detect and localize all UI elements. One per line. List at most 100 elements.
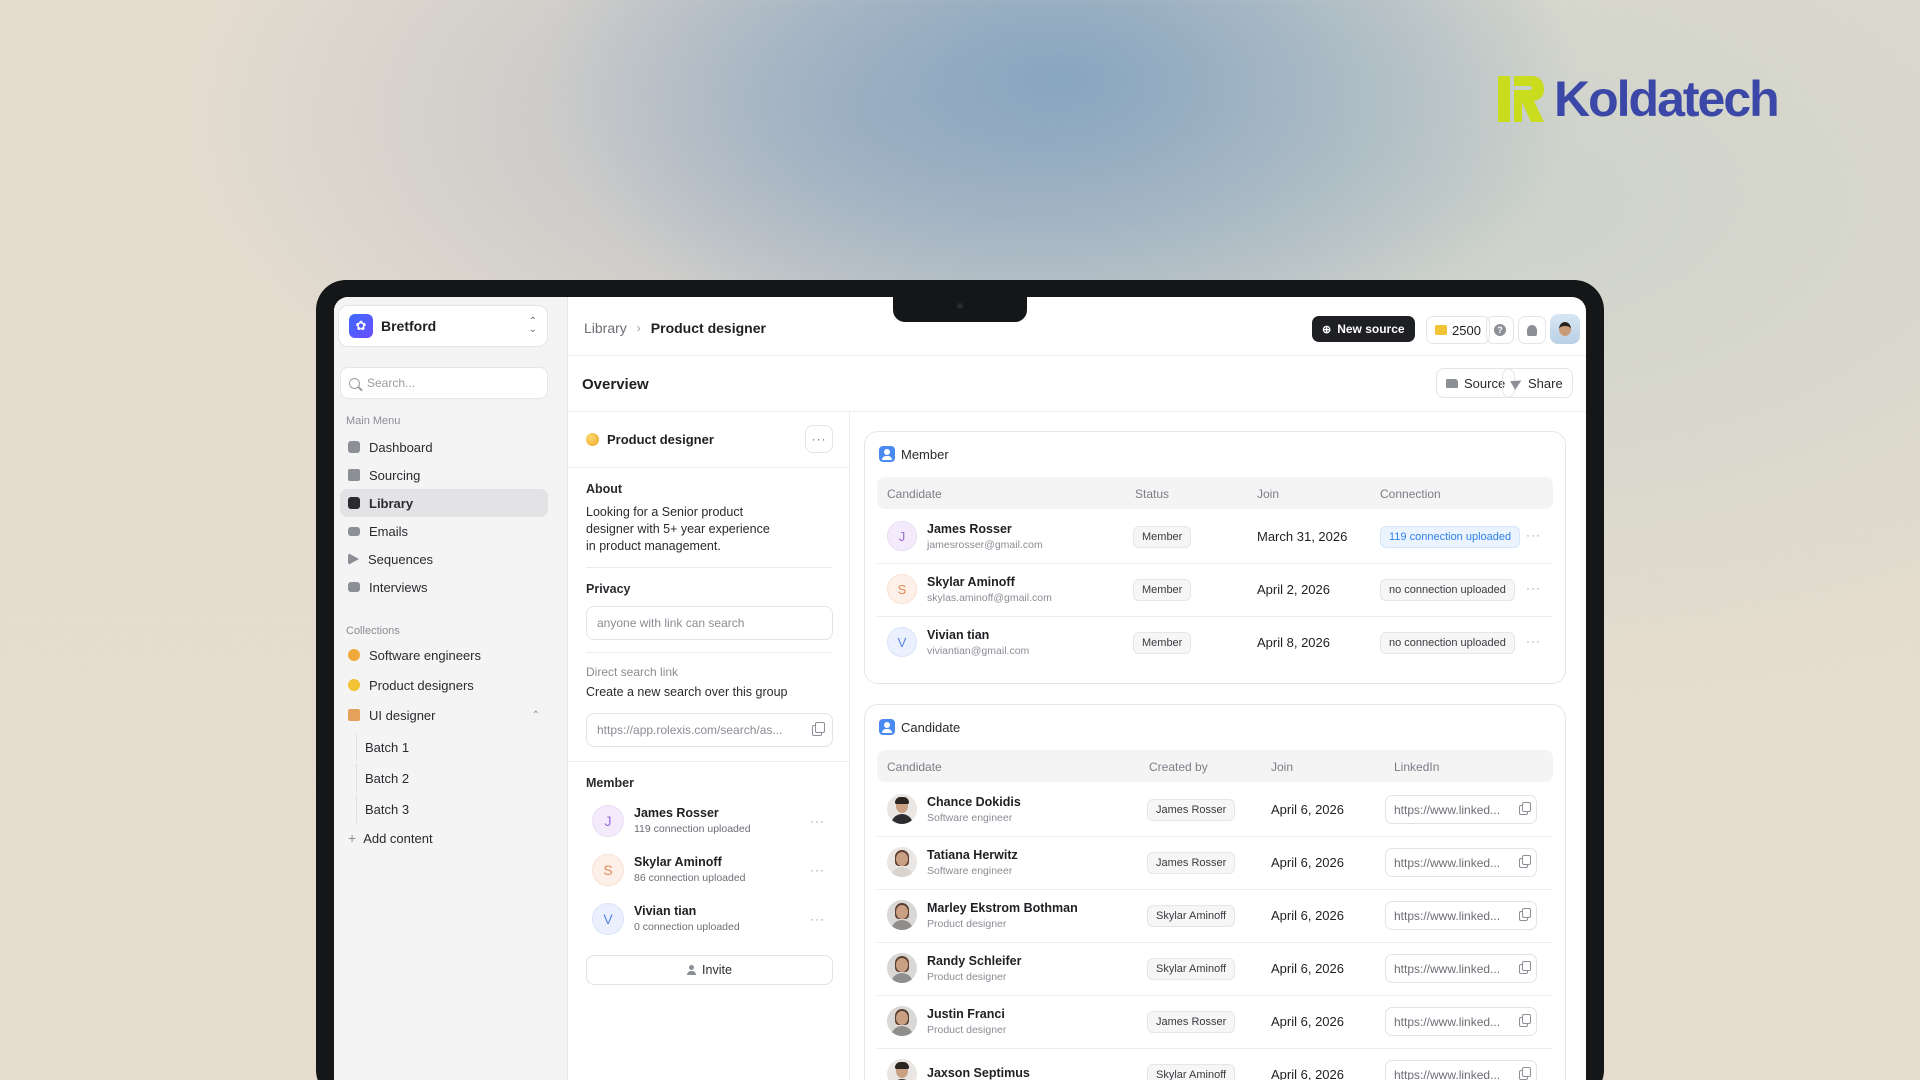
collection-software-engineers[interactable]: Software engineers (340, 641, 548, 669)
created-by-badge: James Rosser (1147, 852, 1236, 874)
candidate-cell: S Skylar Aminoff skylas.aminoff@gmail.com (887, 574, 1052, 604)
row-more-icon[interactable]: ··· (810, 814, 825, 828)
privacy-value: anyone with link can search (597, 616, 745, 630)
share-button[interactable]: Share (1502, 368, 1573, 398)
created-by-badge: Skylar Aminoff (1147, 958, 1236, 980)
sub-item-batch-3[interactable]: Batch 3 (356, 795, 548, 823)
direct-link-label: Direct search link (586, 665, 679, 679)
row-more-icon[interactable]: ··· (1526, 581, 1541, 595)
candidate-name: Jaxson Septimus (927, 1065, 1030, 1080)
copy-icon[interactable] (1519, 961, 1531, 974)
linkedin-field[interactable]: https://www.linked... (1385, 954, 1537, 983)
sidebar-item-sourcing[interactable]: Sourcing (340, 461, 548, 489)
chevron-up-icon[interactable]: ⌃ (532, 710, 540, 721)
table-row[interactable]: Chance Dokidis Software engineer James Ro… (877, 784, 1553, 837)
sidebar-item-interviews[interactable]: Interviews (340, 573, 548, 601)
table-row[interactable]: S Skylar Aminoff skylas.aminoff@gmail.com… (877, 564, 1553, 617)
privacy-select[interactable]: anyone with link can search (586, 606, 833, 640)
user-avatar[interactable] (1550, 314, 1580, 344)
help-button[interactable]: ? (1486, 316, 1514, 344)
candidate-name: Marley Ekstrom Bothman (927, 900, 1078, 915)
status-badge: Member (1133, 526, 1192, 548)
linkedin-field[interactable]: https://www.linked... (1385, 901, 1537, 930)
breadcrumb-library[interactable]: Library (584, 320, 627, 336)
avatar: V (887, 627, 917, 657)
sidebar-item-sequences[interactable]: Sequences (340, 545, 548, 573)
linkedin-field[interactable]: https://www.linked... (1385, 1060, 1537, 1080)
linkedin-field[interactable]: https://www.linked... (1385, 848, 1537, 877)
candidate-photo (887, 1006, 917, 1036)
row-more-icon[interactable]: ··· (810, 912, 825, 926)
copy-icon[interactable] (1519, 1067, 1531, 1080)
status-badge: Member (1133, 579, 1192, 601)
table-row[interactable]: Justin Franci Product designer James Ross… (877, 996, 1553, 1049)
candidate-cell: Tatiana Herwitz Software engineer (887, 847, 1018, 877)
workspace-logo-icon: ✿ (349, 314, 373, 338)
copy-icon[interactable] (1519, 855, 1531, 868)
credits-badge[interactable]: 2500 (1426, 316, 1490, 344)
candidate-name: Randy Schleifer (927, 953, 1022, 968)
collection-ui-designer[interactable]: UI designer ⌃ (340, 701, 548, 729)
direct-link-desc: Create a new search over this group (586, 685, 788, 699)
candidate-email: skylas.aminoff@gmail.com (927, 591, 1052, 604)
member-row[interactable]: J James Rosser 119 connection uploaded ·… (586, 796, 833, 845)
sub-item-label: Batch 2 (365, 770, 410, 786)
candidate-name: Chance Dokidis (927, 794, 1021, 809)
member-row[interactable]: S Skylar Aminoff 86 connection uploaded … (586, 845, 833, 894)
add-content-button[interactable]: + Add content (340, 824, 548, 852)
row-more-icon[interactable]: ··· (1526, 634, 1541, 648)
row-more-icon[interactable]: ··· (1526, 528, 1541, 542)
row-more-icon[interactable]: ··· (810, 863, 825, 877)
candidate-photo (887, 1059, 917, 1080)
search-box[interactable] (340, 367, 548, 399)
table-row[interactable]: Tatiana Herwitz Software engineer James R… (877, 837, 1553, 890)
candidate-role: Product designer (927, 970, 1007, 983)
sidebar-item-emails[interactable]: Emails (340, 517, 548, 545)
search-input[interactable] (367, 376, 537, 390)
table-row[interactable]: Jaxson Septimus Skylar Aminoff April 6, … (877, 1049, 1553, 1080)
copy-icon[interactable] (1519, 802, 1531, 815)
page-title: Overview (582, 376, 649, 393)
sub-item-label: Batch 3 (365, 801, 410, 817)
invite-button[interactable]: Invite (586, 955, 833, 985)
workspace-switcher[interactable]: ✿ Bretford ⌃ ⌄ (338, 305, 548, 347)
candidate-role: Product designer (927, 917, 1007, 930)
logo-wordmark: Koldatech (1554, 71, 1780, 127)
candidate-photo (887, 847, 917, 877)
join-date: April 8, 2026 (1257, 635, 1330, 650)
sidebar-item-library[interactable]: Library (340, 489, 548, 517)
copy-icon[interactable] (1519, 1014, 1531, 1027)
sub-item-batch-2[interactable]: Batch 2 (356, 764, 548, 792)
more-options-button[interactable]: ··· (805, 425, 833, 453)
new-source-button[interactable]: ⊕ New source (1312, 316, 1415, 342)
copy-icon[interactable] (1519, 908, 1531, 921)
candidate-role: Software engineer (927, 811, 1013, 824)
table-row[interactable]: V Vivian tian viviantian@gmail.com Member… (877, 617, 1553, 670)
copy-icon[interactable] (812, 722, 825, 736)
table-row[interactable]: Marley Ekstrom Bothman Product designer S… (877, 890, 1553, 943)
bell-icon (1527, 324, 1537, 336)
breadcrumb: Library › Product designer (584, 320, 766, 336)
avatar: S (887, 574, 917, 604)
table-row[interactable]: J James Rosser jamesrosser@gmail.com Memb… (877, 511, 1553, 564)
table-row[interactable]: Randy Schleifer Product designer Skylar A… (877, 943, 1553, 996)
camera-notch (893, 297, 1027, 322)
linkedin-field[interactable]: https://www.linked... (1385, 1007, 1537, 1036)
direct-link-field[interactable]: https://app.rolexis.com/search/as... (586, 713, 833, 747)
candidate-photo (887, 794, 917, 824)
sidebar-item-dashboard[interactable]: Dashboard (340, 433, 548, 461)
sub-item-batch-1[interactable]: Batch 1 (356, 733, 548, 761)
notifications-button[interactable] (1518, 316, 1546, 344)
join-date: April 6, 2026 (1271, 1067, 1344, 1080)
member-name: James Rosser (634, 806, 719, 820)
table-header: Candidate Created by Join LinkedIn (877, 750, 1553, 782)
linkedin-field[interactable]: https://www.linked... (1385, 795, 1537, 824)
linkedin-url: https://www.linked... (1394, 961, 1501, 976)
candidate-name: Tatiana Herwitz (927, 847, 1018, 862)
column-header: Join (1257, 487, 1280, 501)
member-row[interactable]: V Vivian tian 0 connection uploaded ··· (586, 894, 833, 943)
collection-product-designers[interactable]: Product designers (340, 671, 548, 699)
palette-emoji-icon (348, 679, 360, 691)
candidate-email: viviantian@gmail.com (927, 644, 1030, 657)
sidebar-item-label: Library (369, 495, 414, 511)
